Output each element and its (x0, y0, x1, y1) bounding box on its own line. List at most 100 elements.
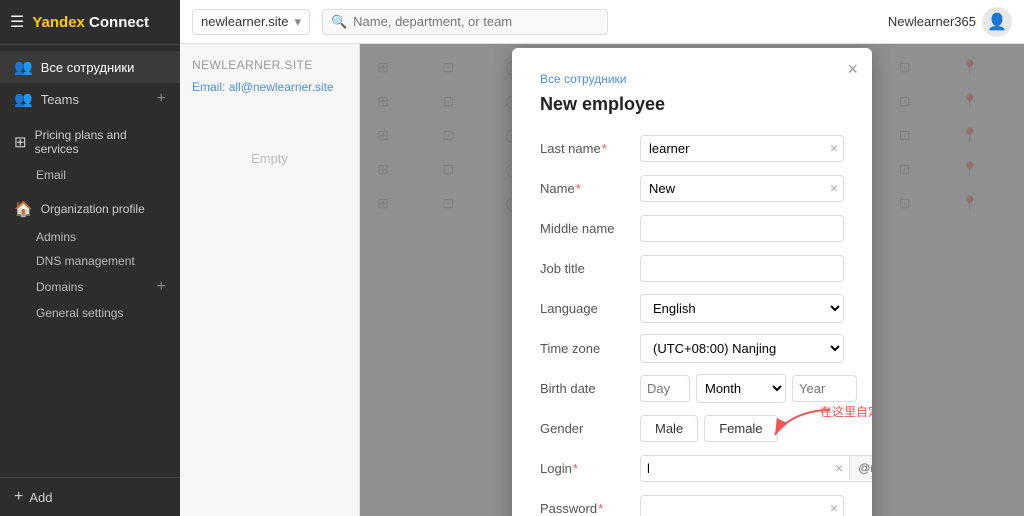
middle-name-label: Middle name (540, 221, 640, 236)
sidebar-sub-email[interactable]: Email (0, 163, 180, 187)
search-box[interactable]: 🔍 (322, 9, 608, 35)
left-panel: NEWLEARNER.SITE Email: all@newlearner.si… (180, 44, 360, 516)
logo: Yandex Connect (32, 14, 149, 31)
lp-email: Email: all@newlearner.site (180, 76, 359, 98)
user-name: Newlearner365 (888, 14, 976, 29)
language-field: English Russian Chinese (640, 294, 844, 323)
chevron-down-icon: ▾ (294, 14, 301, 30)
password-input-wrapper: × (640, 495, 844, 516)
gender-female-button[interactable]: Female (704, 415, 777, 442)
right-panel: ⊞ ⊡ ◯ ✉ ★ ✎ ♡ ◎ ⊡ 📍 ⊞ ⊡ ◯ ✉ ★ ✎ ♡ ◎ ⊡ 📍 (360, 44, 1024, 516)
birthdate-month-select[interactable]: Month January February March April May J… (696, 374, 786, 403)
sidebar-item-label: Все сотрудники (41, 60, 166, 75)
search-icon: 🔍 (331, 14, 347, 30)
last-name-label: Last name* (540, 141, 640, 156)
add-team-icon[interactable]: + (157, 90, 166, 108)
gender-male-button[interactable]: Male (640, 415, 698, 442)
middle-name-input[interactable] (640, 215, 844, 242)
timezone-field: (UTC+08:00) Nanjing (UTC+00:00) UTC (UTC… (640, 334, 844, 363)
sidebar-sub-dns[interactable]: DNS management (0, 249, 180, 273)
logo-accent: Yandex (32, 14, 85, 31)
lp-empty: Empty (180, 98, 359, 218)
breadcrumb-label: Все сотрудники (540, 72, 626, 86)
job-title-input[interactable] (640, 255, 844, 282)
middle-name-row: Middle name (540, 213, 844, 243)
search-input[interactable] (353, 14, 599, 29)
name-input-wrapper: × (640, 175, 844, 202)
sidebar: ☰ Yandex Connect 👥 Все сотрудники 👥 Team… (0, 0, 180, 516)
topbar: newlearner.site ▾ 🔍 Newlearner365 👤 (180, 0, 1024, 44)
sidebar-item-org[interactable]: 🏠 Organization profile (0, 193, 180, 225)
birthdate-year-input[interactable] (792, 375, 857, 402)
user-info[interactable]: Newlearner365 👤 (888, 7, 1012, 37)
sidebar-bottom: + Add (0, 477, 180, 516)
modal-overlay: Все сотрудники × New employee Last name*… (360, 44, 1024, 516)
name-clear-icon[interactable]: × (830, 181, 838, 195)
name-label: Name* (540, 181, 640, 196)
birth-date-row: Birth date Month January February March … (540, 373, 844, 403)
login-suffix: @newlearner.site (849, 456, 872, 480)
password-clear-icon[interactable]: × (830, 501, 838, 515)
birth-date-field: Month January February March April May J… (640, 374, 857, 403)
close-button[interactable]: × (847, 60, 858, 78)
pricing-icon: ⊞ (14, 133, 27, 151)
timezone-label: Time zone (540, 341, 640, 356)
gender-buttons: Male Female (640, 415, 778, 442)
birth-date-label: Birth date (540, 381, 640, 396)
last-name-clear-icon[interactable]: × (830, 141, 838, 155)
language-row: Language English Russian Chinese (540, 293, 844, 323)
password-row: Password* × (540, 493, 844, 516)
password-field: × (640, 495, 844, 516)
job-title-field (640, 255, 844, 282)
avatar: 👤 (982, 7, 1012, 37)
middle-name-field (640, 215, 844, 242)
sidebar-sub-general-settings[interactable]: General settings (0, 301, 180, 325)
add-label: Add (29, 490, 52, 505)
add-domain-icon[interactable]: + (157, 278, 166, 296)
sidebar-sub-admins[interactable]: Admins (0, 225, 180, 249)
birthdate-day-input[interactable] (640, 375, 690, 402)
login-label: Login* (540, 461, 640, 476)
people-icon: 👥 (14, 58, 33, 76)
email-label: Email: (192, 80, 225, 94)
name-row: Name* × (540, 173, 844, 203)
sidebar-header: ☰ Yandex Connect (0, 0, 180, 45)
gender-label: Gender (540, 421, 640, 436)
login-input-row: × @newlearner.site (640, 455, 872, 482)
modal-new-employee: Все сотрудники × New employee Last name*… (512, 48, 872, 516)
sidebar-item-all-employees[interactable]: 👥 Все сотрудники (0, 51, 180, 83)
sidebar-sub-domains[interactable]: Domains + (0, 273, 180, 301)
login-row: Login* × @newlearner.site (540, 453, 844, 483)
email-value: all@newlearner.site (229, 80, 334, 94)
plus-icon: + (14, 488, 23, 506)
annotation-text: 在这里自定义前缀 (820, 403, 872, 420)
gender-field: Male Female (640, 415, 844, 442)
last-name-input-wrapper: × (640, 135, 844, 162)
timezone-select[interactable]: (UTC+08:00) Nanjing (UTC+00:00) UTC (UTC… (640, 334, 844, 363)
gender-row: Gender Male Female (540, 413, 844, 443)
password-label: Password* (540, 501, 640, 516)
org-icon: 🏠 (14, 200, 33, 218)
teams-icon: 👥 (14, 90, 33, 108)
hamburger-icon[interactable]: ☰ (10, 12, 24, 32)
password-input[interactable] (640, 495, 844, 516)
modal-title: New employee (540, 94, 844, 115)
sidebar-item-pricing[interactable]: ⊞ Pricing plans and services (0, 121, 180, 163)
name-field: × (640, 175, 844, 202)
annotation: 在这里自定义前缀 (770, 405, 840, 445)
pricing-label: Pricing plans and services (35, 128, 166, 156)
login-input[interactable] (641, 456, 829, 481)
breadcrumb: Все сотрудники (540, 72, 844, 86)
login-clear-icon[interactable]: × (829, 460, 849, 476)
language-select[interactable]: English Russian Chinese (640, 294, 844, 323)
main-area: newlearner.site ▾ 🔍 Newlearner365 👤 NEWL… (180, 0, 1024, 516)
job-title-label: Job title (540, 261, 640, 276)
sidebar-item-teams[interactable]: 👥 Teams + (0, 83, 180, 115)
empty-label: Empty (251, 151, 288, 166)
content-body: NEWLEARNER.SITE Email: all@newlearner.si… (180, 44, 1024, 516)
last-name-field: × (640, 135, 844, 162)
name-input[interactable] (640, 175, 844, 202)
site-selector[interactable]: newlearner.site ▾ (192, 9, 310, 35)
last-name-input[interactable] (640, 135, 844, 162)
add-button-sidebar[interactable]: + Add (14, 488, 166, 506)
